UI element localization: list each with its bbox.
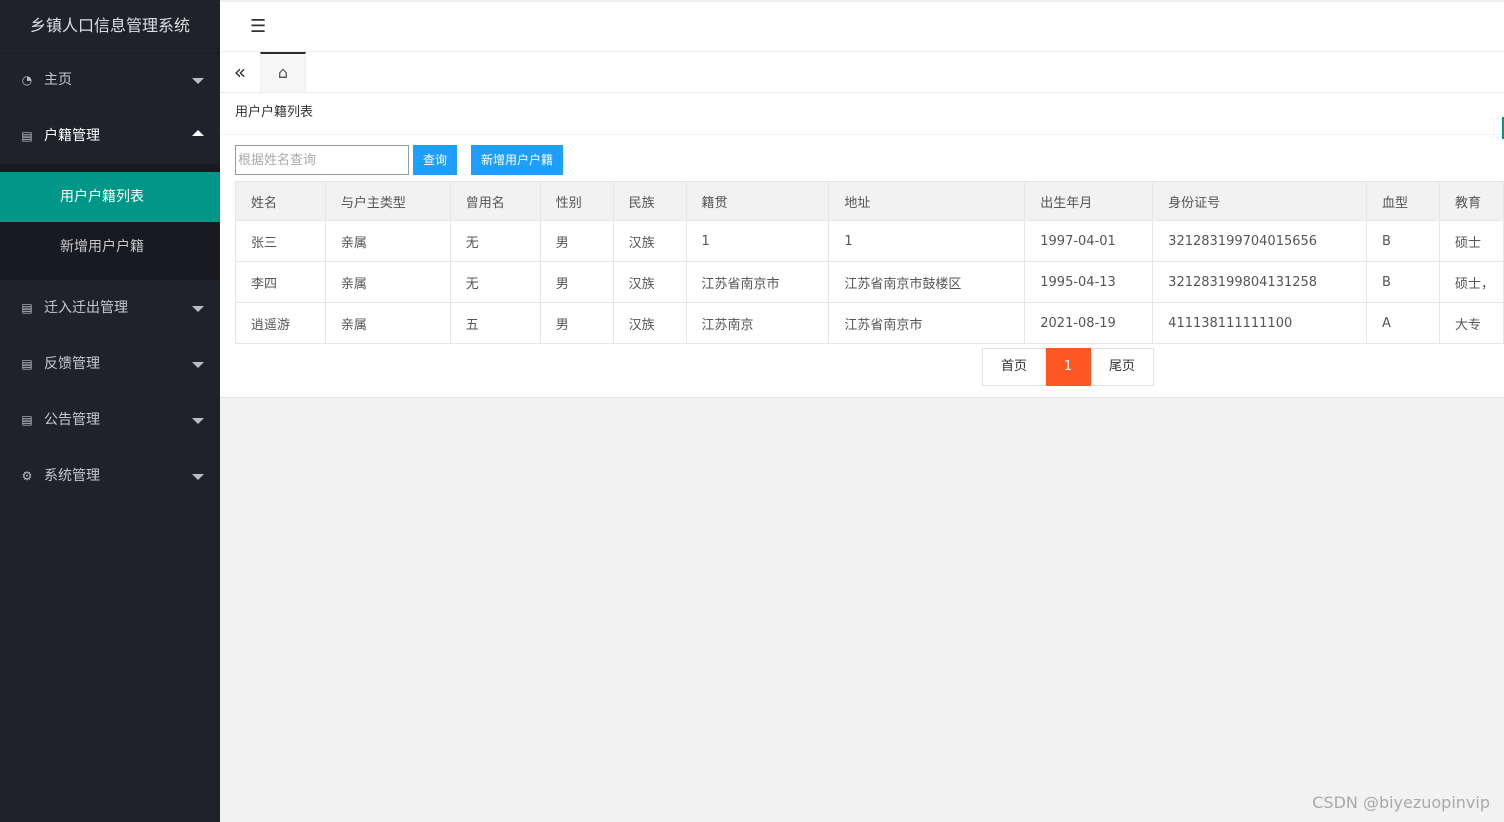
sidebar-item-label: 迁入迁出管理 [44,300,128,316]
document-icon: ▤ [21,301,33,315]
column-header[interactable]: 出生年月 [1024,181,1154,221]
sidebar-item-system[interactable]: ⚙ 系统管理 [0,448,220,504]
cell-education: 硕士 [1438,220,1504,262]
main-card: 用户户籍列表 查询 新增用户户籍 姓名 与户主类型 曾用名 性别 民族 籍贯 地… [220,93,1504,398]
tabs-bar: « ⌂ [220,52,1504,93]
sidebar: 乡镇人口信息管理系统 ◔ 主页 ▤ 户籍管理 用户户籍列表 新增用户户籍 ▤ 迁入迁出… [0,0,220,822]
cell-blood-type: A [1366,302,1440,344]
chevron-down-icon [192,418,204,424]
sidebar-submenu: 用户户籍列表 新增用户户籍 [0,164,220,280]
sidebar-item-feedback[interactable]: ▤ 反馈管理 [0,336,220,392]
cell-education: 硕士， [1438,261,1504,303]
cell-native-place: 1 [685,220,830,262]
table-header-row: 姓名 与户主类型 曾用名 性别 民族 籍贯 地址 出生年月 身份证号 血型 教育 [235,181,1504,221]
table-row[interactable]: 张三 亲属 无 男 汉族 1 1 1997-04-01 321283199704… [235,220,1504,262]
column-header[interactable]: 姓名 [235,181,326,221]
cell-id-number: 411138111111100 [1152,302,1368,344]
home-icon[interactable]: ⌂ [260,52,306,92]
sidebar-item-announcement[interactable]: ▤ 公告管理 [0,392,220,448]
cell-relation: 亲属 [324,261,451,303]
cell-native-place: 江苏南京 [685,302,830,344]
first-page-button[interactable]: 首页 [982,348,1047,386]
cell-name: 逍遥游 [235,302,326,344]
cell-blood-type: B [1366,261,1440,303]
chevron-down-icon [192,474,204,480]
sidebar-item-label: 公告管理 [44,412,100,428]
column-header[interactable]: 性别 [539,181,614,221]
column-header[interactable]: 身份证号 [1152,181,1368,221]
sidebar-subitem-user-household-list[interactable]: 用户户籍列表 [0,172,220,222]
menu-shrink-icon[interactable]: ☰ [250,16,266,37]
chevron-down-icon [192,362,204,368]
cell-ethnicity: 汉族 [612,220,687,262]
column-header[interactable]: 籍贯 [685,181,830,221]
cell-id-number: 321283199804131258 [1152,261,1368,303]
column-header[interactable]: 与户主类型 [324,181,451,221]
document-icon: ▤ [21,357,33,371]
sidebar-item-label: 反馈管理 [44,356,100,372]
cell-ethnicity: 汉族 [612,302,687,344]
watermark: CSDN @biyezuopinvip [1312,793,1490,812]
app-logo: 乡镇人口信息管理系统 [0,0,220,52]
document-icon: ▤ [21,413,33,427]
query-button[interactable]: 查询 [413,145,457,175]
cell-name: 李四 [235,261,326,303]
table-row[interactable]: 逍遥游 亲属 五 男 汉族 江苏南京 江苏省南京市 2021-08-19 411… [235,302,1504,344]
sidebar-item-migration[interactable]: ▤ 迁入迁出管理 [0,280,220,336]
cell-gender: 男 [539,261,614,303]
cell-education: 大专 [1438,302,1504,344]
current-page[interactable]: 1 [1046,348,1092,386]
cell-birth-date: 2021-08-19 [1024,302,1154,344]
cell-gender: 男 [539,302,614,344]
sidebar-item-label: 户籍管理 [44,128,100,144]
household-table: 姓名 与户主类型 曾用名 性别 民族 籍贯 地址 出生年月 身份证号 血型 教育… [235,181,1504,344]
gear-icon: ⚙ [21,469,33,483]
cell-birth-date: 1995-04-13 [1024,261,1154,303]
sidebar-item-home[interactable]: ◔ 主页 [0,52,220,108]
double-chevron-left-icon[interactable]: « [220,52,260,92]
cell-birth-date: 1997-04-01 [1024,220,1154,262]
table-row[interactable]: 李四 亲属 无 男 汉族 江苏省南京市 江苏省南京市鼓楼区 1995-04-13… [235,261,1504,303]
cell-blood-type: B [1366,220,1440,262]
cell-id-number: 321283199704015656 [1152,220,1368,262]
sidebar-subitem-add-user-household[interactable]: 新增用户户籍 [0,222,220,272]
cell-former-name: 无 [449,220,541,262]
column-header[interactable]: 教育 [1438,181,1504,221]
chevron-down-icon [192,306,204,312]
page-title: 用户户籍列表 [220,93,1504,135]
column-header[interactable]: 血型 [1366,181,1440,221]
document-icon: ▤ [21,129,33,143]
sidebar-item-label: 主页 [44,72,72,88]
search-input[interactable] [235,145,409,175]
sidebar-item-label: 系统管理 [44,468,100,484]
last-page-button[interactable]: 尾页 [1091,348,1155,386]
chevron-down-icon [192,78,204,84]
cell-former-name: 五 [449,302,541,344]
cell-relation: 亲属 [324,302,451,344]
chevron-up-icon [192,130,204,136]
column-header[interactable]: 地址 [828,181,1026,221]
cell-gender: 男 [539,220,614,262]
cell-relation: 亲属 [324,220,451,262]
cell-name: 张三 [235,220,326,262]
sidebar-item-household[interactable]: ▤ 户籍管理 [0,108,220,164]
add-user-household-button[interactable]: 新增用户户籍 [471,145,563,175]
column-header[interactable]: 民族 [612,181,687,221]
cell-native-place: 江苏省南京市 [685,261,830,303]
cell-address: 江苏省南京市 [828,302,1026,344]
column-header[interactable]: 曾用名 [449,181,541,221]
dashboard-icon: ◔ [21,73,33,87]
cell-former-name: 无 [449,261,541,303]
pagination: 首页 1 尾页 [982,348,1155,386]
cell-ethnicity: 汉族 [612,261,687,303]
cell-address: 江苏省南京市鼓楼区 [828,261,1026,303]
cell-address: 1 [828,220,1026,262]
top-header: ☰ [220,0,1504,52]
